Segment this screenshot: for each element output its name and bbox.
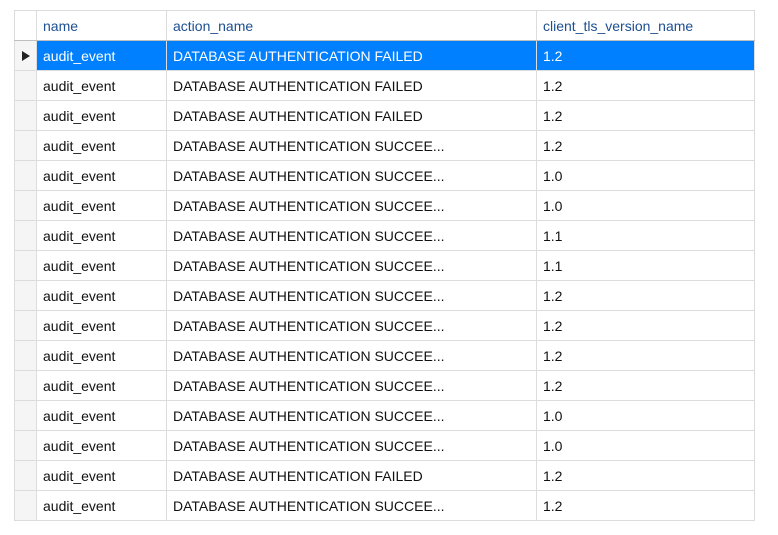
cell-name[interactable]: audit_event bbox=[37, 221, 167, 251]
cell-action-name[interactable]: DATABASE AUTHENTICATION SUCCEE... bbox=[167, 371, 537, 401]
table-row[interactable]: audit_eventDATABASE AUTHENTICATION SUCCE… bbox=[15, 131, 755, 161]
cell-name[interactable]: audit_event bbox=[37, 101, 167, 131]
column-header-action[interactable]: action_name bbox=[167, 11, 537, 41]
table-row[interactable]: audit_eventDATABASE AUTHENTICATION SUCCE… bbox=[15, 341, 755, 371]
cell-action-name[interactable]: DATABASE AUTHENTICATION SUCCEE... bbox=[167, 221, 537, 251]
table-row[interactable]: audit_eventDATABASE AUTHENTICATION FAILE… bbox=[15, 71, 755, 101]
cell-name[interactable]: audit_event bbox=[37, 191, 167, 221]
cell-client-tls-version[interactable]: 1.2 bbox=[537, 281, 755, 311]
cell-action-name[interactable]: DATABASE AUTHENTICATION FAILED bbox=[167, 461, 537, 491]
cell-client-tls-version[interactable]: 1.1 bbox=[537, 221, 755, 251]
cell-action-name[interactable]: DATABASE AUTHENTICATION SUCCEE... bbox=[167, 251, 537, 281]
cell-client-tls-version[interactable]: 1.1 bbox=[537, 251, 755, 281]
row-indicator bbox=[15, 491, 37, 521]
cell-action-name[interactable]: DATABASE AUTHENTICATION SUCCEE... bbox=[167, 431, 537, 461]
cell-client-tls-version[interactable]: 1.2 bbox=[537, 371, 755, 401]
cell-name[interactable]: audit_event bbox=[37, 431, 167, 461]
cell-client-tls-version[interactable]: 1.2 bbox=[537, 131, 755, 161]
cell-client-tls-version[interactable]: 1.2 bbox=[537, 41, 755, 71]
cell-action-name[interactable]: DATABASE AUTHENTICATION SUCCEE... bbox=[167, 401, 537, 431]
row-indicator bbox=[15, 161, 37, 191]
cell-action-name[interactable]: DATABASE AUTHENTICATION SUCCEE... bbox=[167, 341, 537, 371]
cell-client-tls-version[interactable]: 1.2 bbox=[537, 461, 755, 491]
row-indicator bbox=[15, 281, 37, 311]
table-row[interactable]: audit_eventDATABASE AUTHENTICATION SUCCE… bbox=[15, 161, 755, 191]
row-indicator bbox=[15, 461, 37, 491]
cell-action-name[interactable]: DATABASE AUTHENTICATION SUCCEE... bbox=[167, 131, 537, 161]
cell-client-tls-version[interactable]: 1.2 bbox=[537, 311, 755, 341]
cell-action-name[interactable]: DATABASE AUTHENTICATION FAILED bbox=[167, 71, 537, 101]
row-indicator bbox=[15, 401, 37, 431]
column-header-name[interactable]: name bbox=[37, 11, 167, 41]
cell-client-tls-version[interactable]: 1.0 bbox=[537, 191, 755, 221]
column-header-tls[interactable]: client_tls_version_name bbox=[537, 11, 755, 41]
cell-action-name[interactable]: DATABASE AUTHENTICATION SUCCEE... bbox=[167, 161, 537, 191]
cell-action-name[interactable]: DATABASE AUTHENTICATION SUCCEE... bbox=[167, 281, 537, 311]
row-indicator bbox=[15, 71, 37, 101]
row-indicator bbox=[15, 431, 37, 461]
cell-name[interactable]: audit_event bbox=[37, 281, 167, 311]
row-indicator-header bbox=[15, 11, 37, 41]
cell-client-tls-version[interactable]: 1.2 bbox=[537, 491, 755, 521]
cell-name[interactable]: audit_event bbox=[37, 311, 167, 341]
row-indicator bbox=[15, 131, 37, 161]
table-row[interactable]: audit_eventDATABASE AUTHENTICATION SUCCE… bbox=[15, 371, 755, 401]
table-row[interactable]: audit_eventDATABASE AUTHENTICATION SUCCE… bbox=[15, 431, 755, 461]
cell-action-name[interactable]: DATABASE AUTHENTICATION SUCCEE... bbox=[167, 311, 537, 341]
cell-name[interactable]: audit_event bbox=[37, 131, 167, 161]
cell-name[interactable]: audit_event bbox=[37, 161, 167, 191]
table-row[interactable]: audit_eventDATABASE AUTHENTICATION SUCCE… bbox=[15, 251, 755, 281]
table-row[interactable]: audit_eventDATABASE AUTHENTICATION FAILE… bbox=[15, 41, 755, 71]
cell-client-tls-version[interactable]: 1.0 bbox=[537, 161, 755, 191]
cell-name[interactable]: audit_event bbox=[37, 371, 167, 401]
row-indicator bbox=[15, 371, 37, 401]
cell-client-tls-version[interactable]: 1.2 bbox=[537, 341, 755, 371]
row-indicator bbox=[15, 41, 37, 71]
cell-name[interactable]: audit_event bbox=[37, 71, 167, 101]
row-indicator bbox=[15, 101, 37, 131]
header-row: name action_name client_tls_version_name bbox=[15, 11, 755, 41]
cell-action-name[interactable]: DATABASE AUTHENTICATION SUCCEE... bbox=[167, 491, 537, 521]
row-indicator bbox=[15, 191, 37, 221]
cell-client-tls-version[interactable]: 1.0 bbox=[537, 401, 755, 431]
table-row[interactable]: audit_eventDATABASE AUTHENTICATION SUCCE… bbox=[15, 281, 755, 311]
cell-action-name[interactable]: DATABASE AUTHENTICATION SUCCEE... bbox=[167, 191, 537, 221]
table-row[interactable]: audit_eventDATABASE AUTHENTICATION SUCCE… bbox=[15, 401, 755, 431]
table-row[interactable]: audit_eventDATABASE AUTHENTICATION SUCCE… bbox=[15, 191, 755, 221]
row-indicator bbox=[15, 251, 37, 281]
table-row[interactable]: audit_eventDATABASE AUTHENTICATION SUCCE… bbox=[15, 311, 755, 341]
cell-name[interactable]: audit_event bbox=[37, 41, 167, 71]
cell-action-name[interactable]: DATABASE AUTHENTICATION FAILED bbox=[167, 101, 537, 131]
row-indicator bbox=[15, 221, 37, 251]
table-row[interactable]: audit_eventDATABASE AUTHENTICATION FAILE… bbox=[15, 101, 755, 131]
cell-name[interactable]: audit_event bbox=[37, 401, 167, 431]
cell-name[interactable]: audit_event bbox=[37, 461, 167, 491]
cell-name[interactable]: audit_event bbox=[37, 251, 167, 281]
cell-name[interactable]: audit_event bbox=[37, 341, 167, 371]
cell-name[interactable]: audit_event bbox=[37, 491, 167, 521]
results-grid[interactable]: name action_name client_tls_version_name… bbox=[14, 10, 755, 521]
table-row[interactable]: audit_eventDATABASE AUTHENTICATION SUCCE… bbox=[15, 221, 755, 251]
row-indicator bbox=[15, 341, 37, 371]
current-row-icon bbox=[21, 50, 31, 62]
cell-client-tls-version[interactable]: 1.2 bbox=[537, 71, 755, 101]
cell-client-tls-version[interactable]: 1.0 bbox=[537, 431, 755, 461]
cell-action-name[interactable]: DATABASE AUTHENTICATION FAILED bbox=[167, 41, 537, 71]
table-row[interactable]: audit_eventDATABASE AUTHENTICATION SUCCE… bbox=[15, 491, 755, 521]
row-indicator bbox=[15, 311, 37, 341]
table-row[interactable]: audit_eventDATABASE AUTHENTICATION FAILE… bbox=[15, 461, 755, 491]
cell-client-tls-version[interactable]: 1.2 bbox=[537, 101, 755, 131]
